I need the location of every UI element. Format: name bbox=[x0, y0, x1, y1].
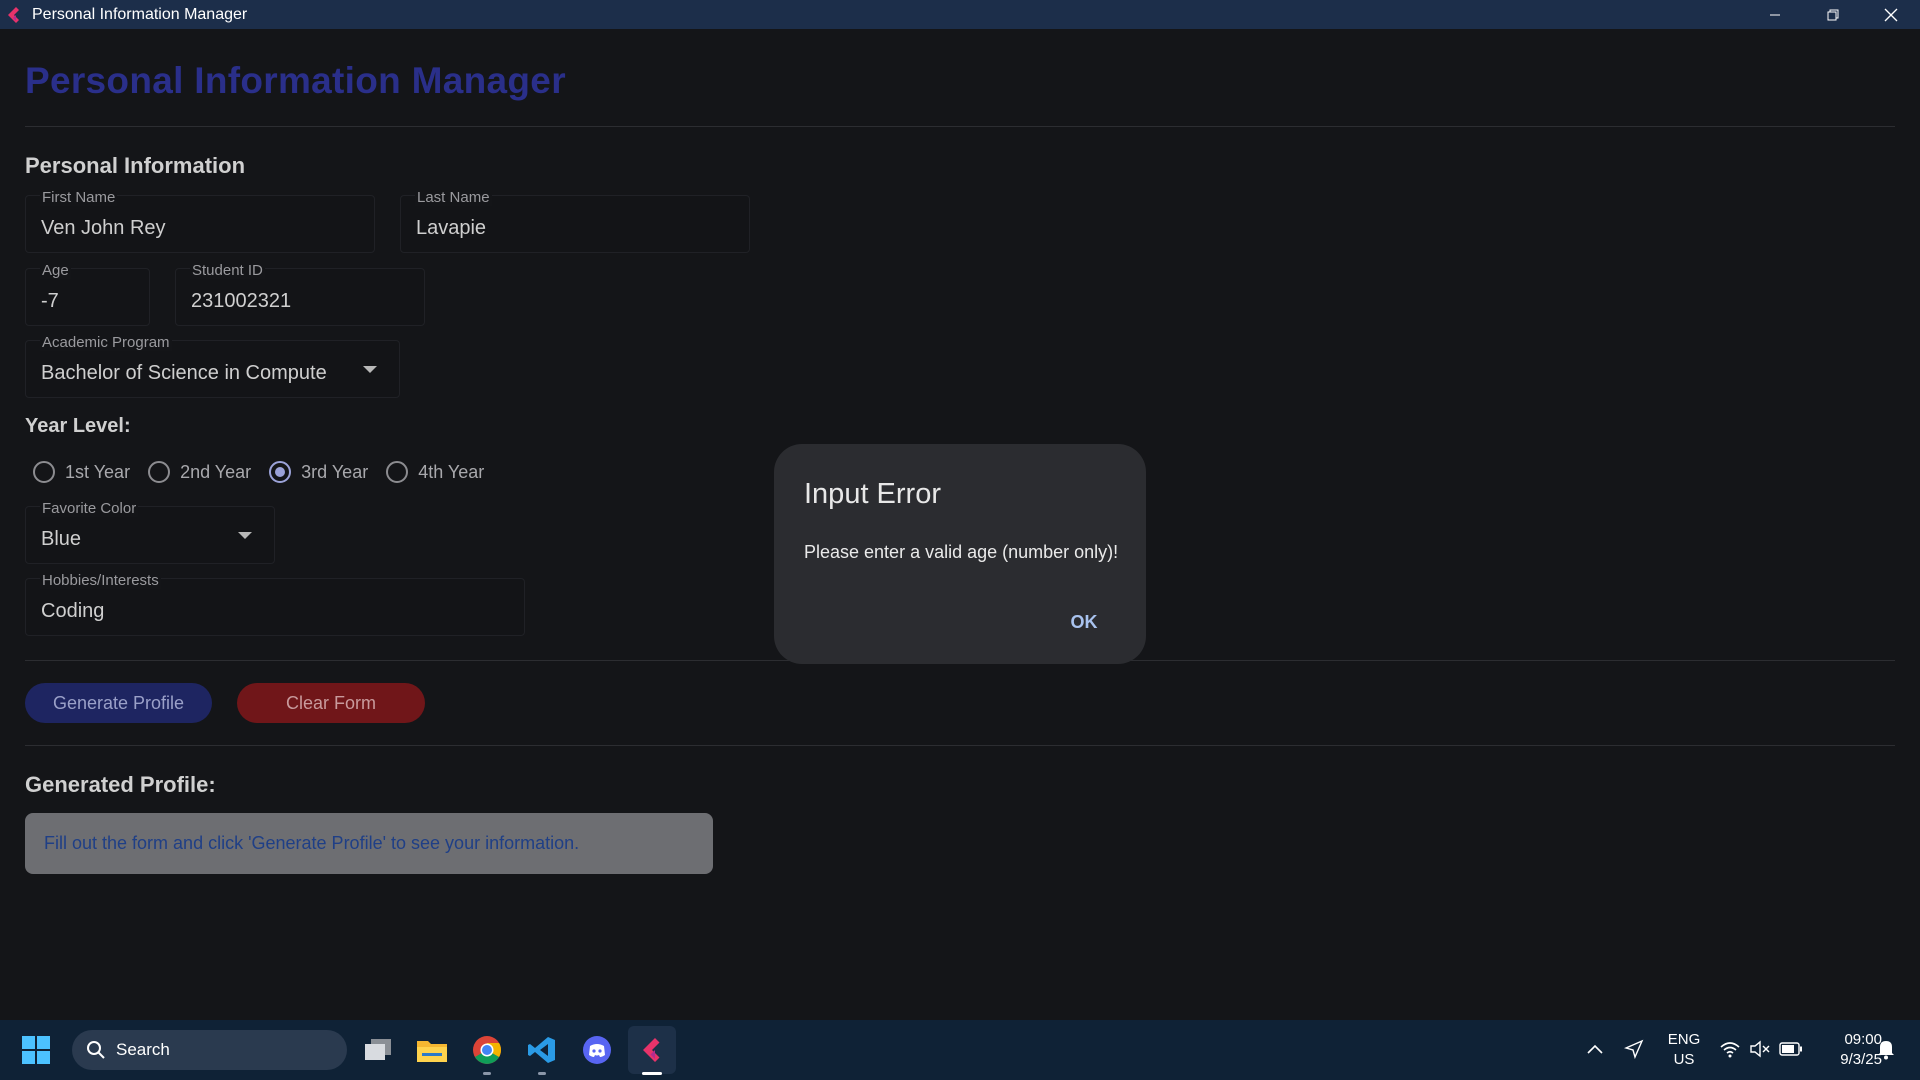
radio-circle bbox=[386, 461, 409, 483]
hobbies-value: Coding bbox=[41, 600, 105, 622]
task-view-icon[interactable] bbox=[360, 1032, 396, 1068]
taskbar-search[interactable]: Search bbox=[72, 1030, 347, 1070]
divider bbox=[25, 126, 1895, 127]
radio-3rd-year[interactable]: 3rd Year bbox=[269, 461, 368, 483]
search-icon bbox=[87, 1041, 105, 1059]
student-id-label: Student ID bbox=[190, 262, 265, 279]
academic-program-dropdown[interactable]: Academic Program Bachelor of Science in … bbox=[25, 334, 400, 398]
flutter-app-icon bbox=[8, 6, 19, 23]
region-text: US bbox=[1673, 1051, 1695, 1068]
radio-1st-year[interactable]: 1st Year bbox=[33, 461, 130, 483]
student-id-field[interactable]: Student ID 231002321 bbox=[175, 262, 425, 326]
close-icon[interactable] bbox=[1862, 0, 1920, 29]
radio-2nd-year[interactable]: 2nd Year bbox=[148, 461, 251, 483]
language-indicator[interactable]: ENG US bbox=[1663, 1030, 1705, 1070]
chevron-down-icon bbox=[238, 532, 252, 539]
radio-label: 1st Year bbox=[65, 461, 131, 482]
favorite-color-dropdown[interactable]: Favorite Color Blue bbox=[25, 500, 275, 564]
academic-program-label: Academic Program bbox=[40, 334, 172, 351]
language-text: ENG bbox=[1667, 1031, 1701, 1048]
file-explorer-icon[interactable] bbox=[414, 1032, 450, 1068]
year-level-title: Year Level: bbox=[25, 415, 131, 437]
generate-profile-button[interactable]: Generate Profile bbox=[25, 683, 212, 723]
last-name-value: Lavapie bbox=[416, 217, 487, 239]
favorite-color-value: Blue bbox=[41, 528, 82, 550]
year-level-radio-group: 1st Year 2nd Year 3rd Year 4th Year bbox=[33, 461, 502, 483]
app-heading: Personal Information Manager bbox=[25, 60, 566, 101]
hobbies-label: Hobbies/Interests bbox=[40, 572, 161, 589]
first-name-field[interactable]: First Name Ven John Rey bbox=[25, 189, 375, 253]
search-label: Search bbox=[116, 1040, 170, 1059]
personal-section-title: Personal Information bbox=[25, 153, 246, 178]
running-indicator bbox=[483, 1072, 491, 1075]
radio-label: 4th Year bbox=[418, 461, 485, 482]
date-text: 9/3/25 bbox=[1840, 1051, 1882, 1068]
last-name-field[interactable]: Last Name Lavapie bbox=[400, 189, 750, 253]
window-titlebar: Personal Information Manager bbox=[0, 0, 1920, 29]
windows-start-icon[interactable] bbox=[20, 1034, 52, 1066]
window-controls bbox=[1746, 0, 1920, 29]
radio-circle bbox=[33, 461, 55, 483]
clear-form-button[interactable]: Clear Form bbox=[237, 683, 425, 723]
vscode-icon[interactable] bbox=[524, 1032, 560, 1068]
chrome-icon[interactable] bbox=[469, 1032, 505, 1068]
notification-bell-icon[interactable] bbox=[1874, 1037, 1898, 1061]
generated-profile-text: Fill out the form and click 'Generate Pr… bbox=[44, 833, 580, 853]
first-name-label: First Name bbox=[40, 189, 118, 206]
academic-program-value: Bachelor of Science in Compute bbox=[41, 362, 327, 384]
ok-button[interactable]: OK bbox=[1056, 604, 1112, 640]
battery-icon[interactable] bbox=[1778, 1038, 1804, 1060]
chevron-down-icon bbox=[363, 366, 377, 373]
flutter-app-taskbar-icon[interactable] bbox=[628, 1026, 676, 1074]
hobbies-field[interactable]: Hobbies/Interests Coding bbox=[25, 572, 525, 636]
radio-circle bbox=[148, 461, 171, 483]
age-label: Age bbox=[40, 262, 71, 279]
last-name-label: Last Name bbox=[415, 189, 492, 206]
minimize-icon[interactable] bbox=[1746, 0, 1804, 29]
dialog-title: Input Error bbox=[804, 478, 941, 510]
generated-profile-box: Fill out the form and click 'Generate Pr… bbox=[25, 813, 713, 874]
radio-4th-year[interactable]: 4th Year bbox=[386, 461, 484, 483]
app-window: Personal Information Manager Personal In… bbox=[0, 29, 1920, 1020]
clock[interactable]: 09:00 9/3/25 bbox=[1812, 1030, 1882, 1070]
radio-circle-checked bbox=[269, 461, 292, 483]
volume-muted-icon[interactable] bbox=[1748, 1038, 1772, 1060]
window-title: Personal Information Manager bbox=[32, 5, 248, 23]
age-value: -7 bbox=[41, 290, 59, 312]
favorite-color-label: Favorite Color bbox=[40, 500, 139, 517]
generated-profile-title: Generated Profile: bbox=[25, 772, 216, 797]
first-name-value: Ven John Rey bbox=[41, 217, 166, 239]
radio-label: 3rd Year bbox=[301, 461, 369, 482]
chevron-up-icon[interactable] bbox=[1584, 1038, 1606, 1060]
location-icon[interactable] bbox=[1622, 1037, 1646, 1061]
running-indicator bbox=[538, 1072, 546, 1075]
discord-icon[interactable] bbox=[579, 1032, 615, 1068]
taskbar: Search ENG US 09:00 9/3/25 bbox=[0, 1020, 1920, 1080]
input-error-dialog: Input Error Please enter a valid age (nu… bbox=[774, 444, 1146, 664]
radio-label: 2nd Year bbox=[180, 461, 252, 482]
active-indicator bbox=[642, 1072, 662, 1075]
age-field[interactable]: Age -7 bbox=[25, 262, 150, 326]
divider bbox=[25, 745, 1895, 746]
time-text: 09:00 bbox=[1844, 1031, 1882, 1048]
dialog-message: Please enter a valid age (number only)! bbox=[804, 542, 1119, 562]
student-id-value: 231002321 bbox=[191, 290, 292, 312]
restore-icon[interactable] bbox=[1804, 0, 1862, 29]
wifi-icon[interactable] bbox=[1718, 1038, 1742, 1060]
